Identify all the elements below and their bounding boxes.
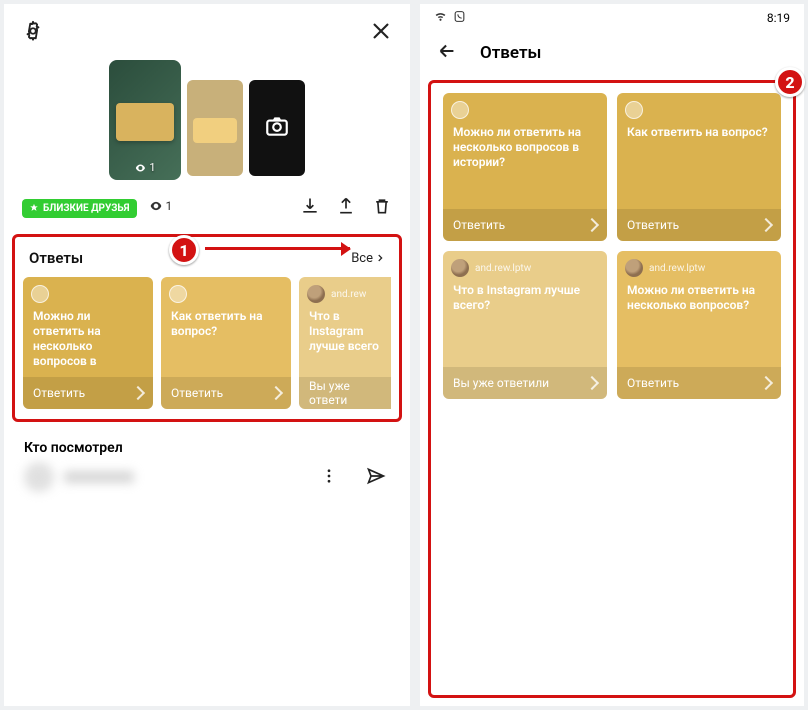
thumb-view-count: 1 bbox=[134, 161, 155, 174]
avatar bbox=[625, 101, 643, 119]
arrow-icon bbox=[205, 247, 350, 250]
right-header: Ответы bbox=[420, 30, 804, 76]
answers-grid: Можно ли ответить на несколько вопросов … bbox=[437, 89, 787, 403]
card-reply-button[interactable]: Вы уже ответили bbox=[443, 367, 607, 399]
story-thumb-camera[interactable] bbox=[249, 80, 305, 176]
avatar bbox=[625, 259, 643, 277]
step-bubble-2: 2 bbox=[775, 67, 805, 97]
avatar bbox=[307, 285, 325, 303]
wifi-icon bbox=[434, 10, 447, 26]
story-thumb-active[interactable]: 1 bbox=[109, 60, 181, 180]
card-question: Как ответить на вопрос? bbox=[161, 303, 291, 377]
who-viewed-title: Кто посмотрел bbox=[4, 426, 410, 462]
delete-icon[interactable] bbox=[372, 196, 392, 220]
card-question: Можно ли ответить на несколько вопросов? bbox=[617, 277, 781, 367]
camera-icon bbox=[264, 113, 290, 143]
card-question: Можно ли ответить на несколько вопросов … bbox=[23, 303, 153, 377]
view-count: 1 bbox=[149, 199, 173, 213]
card-question: Как ответить на вопрос? bbox=[617, 119, 781, 209]
card-reply-button[interactable]: Ответить bbox=[443, 209, 607, 241]
answer-card[interactable]: Как ответить на вопрос? Ответить bbox=[617, 93, 781, 241]
chevron-right-icon bbox=[759, 376, 773, 390]
status-time: 8:19 bbox=[767, 11, 790, 25]
chevron-right-icon bbox=[759, 218, 773, 232]
answer-card[interactable]: Можно ли ответить на несколько вопросов … bbox=[443, 93, 607, 241]
answers-section-title: Ответы bbox=[29, 249, 83, 267]
avatar bbox=[451, 101, 469, 119]
card-reply-button[interactable]: Ответить bbox=[617, 367, 781, 399]
answer-card[interactable]: and.rew.lptw Можно ли ответить на нескол… bbox=[617, 251, 781, 399]
close-friends-pill[interactable]: БЛИЗКИЕ ДРУЗЬЯ bbox=[22, 199, 137, 218]
card-reply-button[interactable]: Ответить bbox=[161, 377, 291, 409]
download-icon[interactable] bbox=[300, 196, 320, 220]
answer-card[interactable]: and.rew.lptw Что в Instagram лучше всего… bbox=[443, 251, 607, 399]
status-bar: 8:19 bbox=[420, 4, 804, 30]
answer-card[interactable]: Можно ли ответить на несколько вопросов … bbox=[23, 277, 153, 409]
close-icon[interactable] bbox=[370, 20, 392, 46]
avatar bbox=[451, 259, 469, 277]
share-icon[interactable] bbox=[336, 196, 356, 220]
card-reply-button[interactable]: Вы уже ответи bbox=[299, 377, 391, 409]
viber-icon bbox=[453, 10, 466, 26]
page-title: Ответы bbox=[480, 43, 541, 63]
avatar bbox=[169, 285, 187, 303]
card-username: and.rew.lptw bbox=[475, 263, 531, 274]
viewer-row bbox=[4, 462, 410, 506]
card-reply-button[interactable]: Ответить bbox=[23, 377, 153, 409]
card-username: and.rew.lptw bbox=[649, 263, 705, 274]
avatar bbox=[31, 285, 49, 303]
send-icon[interactable] bbox=[366, 466, 386, 490]
story-thumb-2[interactable] bbox=[187, 80, 243, 176]
more-icon[interactable] bbox=[320, 467, 338, 489]
step-bubble-1: 1 bbox=[169, 235, 199, 265]
back-icon[interactable] bbox=[436, 40, 458, 66]
card-reply-button[interactable]: Ответить bbox=[617, 209, 781, 241]
left-header bbox=[4, 4, 410, 56]
chevron-right-icon bbox=[131, 386, 145, 400]
card-question: Можно ли ответить на несколько вопросов … bbox=[443, 119, 607, 209]
chevron-right-icon bbox=[585, 376, 599, 390]
answer-card[interactable]: Как ответить на вопрос? Ответить bbox=[161, 277, 291, 409]
gear-icon[interactable] bbox=[22, 20, 44, 46]
chevron-right-icon bbox=[585, 218, 599, 232]
card-question: Что в Instagram лучше всего? bbox=[443, 277, 607, 367]
chevron-right-icon bbox=[269, 386, 283, 400]
see-all-link[interactable]: Все bbox=[351, 251, 385, 266]
answers-grid-highlight: 2 Можно ли ответить на несколько вопросо… bbox=[428, 80, 796, 698]
answers-row: Можно ли ответить на несколько вопросов … bbox=[21, 277, 393, 409]
answers-highlight-box: 1 Ответы Все Можно ли ответить на нескол… bbox=[12, 234, 402, 422]
left-screen: 1 БЛИЗКИЕ ДРУЗЬЯ 1 1 Ответы bbox=[4, 4, 410, 706]
right-screen: 8:19 Ответы 2 Можно ли ответить на неско… bbox=[420, 4, 804, 706]
answer-card[interactable]: and.rew Что в Instagram лучше всего Вы у… bbox=[299, 277, 391, 409]
story-controls: БЛИЗКИЕ ДРУЗЬЯ 1 bbox=[4, 188, 410, 230]
story-thumbnails: 1 bbox=[4, 56, 410, 188]
card-username: and.rew bbox=[331, 289, 366, 300]
viewer-blurred bbox=[24, 462, 134, 492]
card-question: Что в Instagram лучше всего bbox=[299, 303, 391, 377]
